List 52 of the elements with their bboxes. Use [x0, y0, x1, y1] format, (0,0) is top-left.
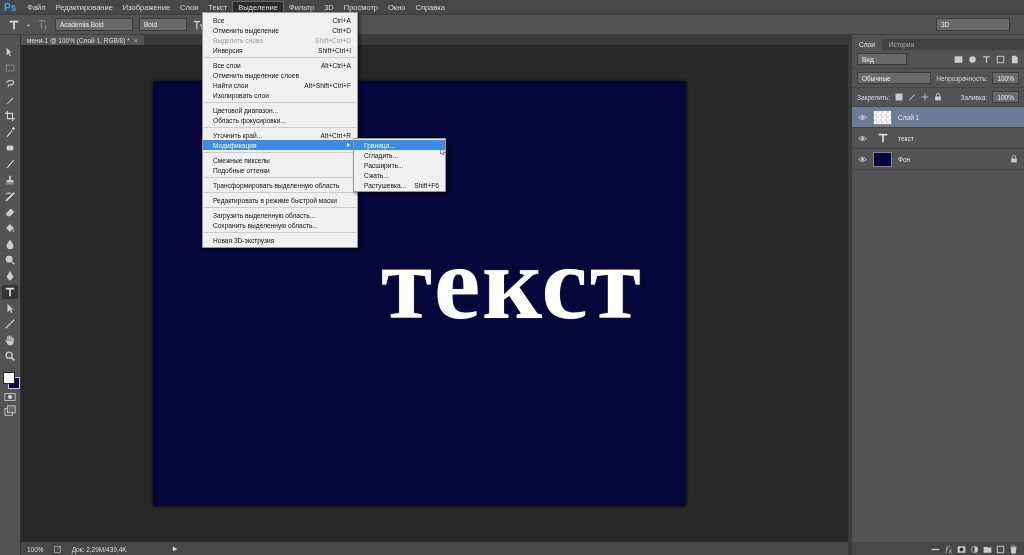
text-orientation-icon [37, 18, 49, 31]
tool-button[interactable] [2, 285, 18, 299]
new-layer-icon [996, 544, 1005, 554]
layer-thumbnail [873, 109, 892, 125]
brush-icon [4, 190, 16, 202]
tool-button[interactable] [2, 189, 18, 203]
move-lock-icon [920, 93, 929, 101]
lock-icon [933, 93, 942, 101]
stamp-icon [4, 174, 16, 186]
app-logo: Ps [4, 1, 17, 13]
mask-icon [957, 544, 966, 554]
brush-lock-icon [907, 93, 916, 101]
font-size-icon [193, 18, 205, 31]
type-filter-icon [982, 54, 991, 64]
circle-filter-icon [968, 54, 977, 64]
checker-lock-icon [894, 93, 903, 101]
square-filter-icon [996, 54, 1005, 64]
line-icon [4, 318, 16, 330]
color-swatches[interactable] [1, 371, 19, 389]
type-tool-icon [8, 18, 20, 31]
eraser-icon [4, 206, 16, 218]
brush-icon [4, 158, 16, 170]
image-filter-icon [954, 54, 963, 64]
quick-mask-icon [4, 391, 16, 403]
screen-mode-icon [4, 405, 16, 417]
arrow-icon [4, 302, 16, 314]
eye-icon [858, 133, 867, 143]
zoom-icon [4, 350, 16, 362]
canvas-text: текст [381, 231, 643, 335]
eye-icon [858, 154, 867, 164]
bandage-icon [4, 142, 16, 154]
cursor-icon [440, 147, 447, 157]
drop-icon [4, 238, 16, 250]
triangle-icon [171, 546, 178, 552]
trash-icon [1009, 544, 1018, 554]
document-filter-icon [1010, 54, 1019, 64]
lasso-icon [4, 78, 16, 90]
fx-icon [944, 544, 953, 554]
tool-button[interactable] [2, 109, 18, 123]
crop-icon [4, 110, 16, 122]
bucket-icon [4, 222, 16, 234]
half-circle-icon [970, 544, 979, 554]
export-icon [53, 545, 62, 553]
hand-icon [4, 334, 16, 346]
dashed-square-icon [4, 62, 16, 74]
eyedropper-icon [4, 126, 16, 138]
brush-icon [4, 94, 16, 106]
type-icon [4, 286, 16, 298]
folder-icon [983, 544, 992, 554]
eye-icon [858, 112, 867, 122]
type-layer-icon [876, 132, 889, 144]
layer-thumbnail [873, 151, 892, 167]
